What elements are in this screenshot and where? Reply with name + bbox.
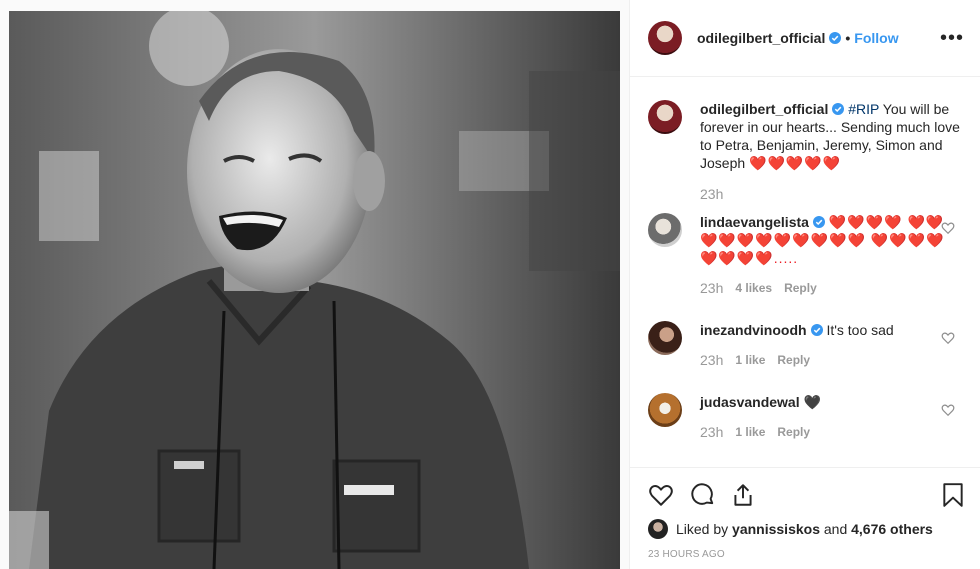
liked-prefix: Liked by xyxy=(676,521,733,537)
post-timestamp[interactable]: 23 HOURS AGO xyxy=(648,549,965,560)
caption-comment: odilegilbert_official #RIP You will be f… xyxy=(630,100,980,203)
avatar[interactable] xyxy=(648,100,682,134)
separator: • xyxy=(845,30,851,46)
comment-item: judasvandewal 🖤 23h 1 like Reply xyxy=(630,393,980,441)
comment-body: inezandvinoodh It's too sad 23h 1 like R… xyxy=(700,321,962,369)
comment-time[interactable]: 23h xyxy=(700,279,723,297)
comment-likes[interactable]: 4 likes xyxy=(735,279,772,297)
avatar[interactable] xyxy=(648,519,668,539)
avatar[interactable] xyxy=(648,321,682,355)
comment-time[interactable]: 23h xyxy=(700,351,723,369)
comment-body: lindaevangelista ❤️❤️❤️❤️ ❤️❤️❤️❤️❤️❤️❤️… xyxy=(700,213,962,297)
reply-button[interactable]: Reply xyxy=(784,279,817,297)
comment-meta: 23h 1 like Reply xyxy=(700,351,962,369)
post-side-panel: odilegilbert_official • Follow ••• odile… xyxy=(629,0,980,569)
like-comment-icon[interactable] xyxy=(941,331,955,345)
action-icons xyxy=(648,480,965,510)
avatar[interactable] xyxy=(648,393,682,427)
comment-body: odilegilbert_official #RIP You will be f… xyxy=(700,100,962,203)
comment-likes[interactable]: 1 like xyxy=(735,423,765,441)
post-actions: Liked by yannissiskos and 4,676 others 2… xyxy=(630,467,980,560)
comments-list[interactable]: odilegilbert_official #RIP You will be f… xyxy=(630,78,980,467)
comment-username[interactable]: inezandvinoodh xyxy=(700,322,807,338)
comment-likes[interactable]: 1 like xyxy=(735,351,765,369)
like-comment-icon[interactable] xyxy=(941,403,955,417)
hashtag-link[interactable]: #RIP xyxy=(848,101,879,117)
liked-user[interactable]: yannissiskos xyxy=(732,521,820,537)
more-options-button[interactable]: ••• xyxy=(940,28,964,48)
comment-username[interactable]: odilegilbert_official xyxy=(700,101,828,117)
like-heart-icon[interactable] xyxy=(648,482,674,508)
verified-badge-icon xyxy=(832,103,845,115)
reply-button[interactable]: Reply xyxy=(777,351,810,369)
post-photo[interactable] xyxy=(9,11,620,569)
follow-button[interactable]: Follow xyxy=(854,30,898,46)
liked-mid: and xyxy=(819,521,852,537)
comment-username[interactable]: judasvandewal xyxy=(700,394,800,410)
comment-meta: 23h xyxy=(700,185,962,203)
comment-username[interactable]: lindaevangelista xyxy=(700,214,809,230)
author-username[interactable]: odilegilbert_official xyxy=(697,30,825,46)
comment-meta: 23h 1 like Reply xyxy=(700,423,962,441)
comment-item: lindaevangelista ❤️❤️❤️❤️ ❤️❤️❤️❤️❤️❤️❤️… xyxy=(630,213,980,297)
avatar[interactable] xyxy=(648,21,682,55)
comment-time[interactable]: 23h xyxy=(700,185,723,203)
comment-meta: 23h 4 likes Reply xyxy=(700,279,962,297)
verified-badge-icon xyxy=(810,324,823,336)
verified-badge-icon xyxy=(829,32,842,44)
likes-text[interactable]: Liked by yannissiskos and 4,676 others xyxy=(676,521,933,537)
comment-text: It's too sad xyxy=(822,322,894,338)
comment-emoji: ❤️❤️❤️❤️❤️ xyxy=(749,155,842,171)
comment-body: judasvandewal 🖤 23h 1 like Reply xyxy=(700,393,962,441)
liked-count[interactable]: 4,676 others xyxy=(851,521,933,537)
verified-badge-icon xyxy=(812,216,825,228)
instagram-post: odilegilbert_official • Follow ••• odile… xyxy=(0,0,980,569)
save-bookmark-icon[interactable] xyxy=(941,482,965,508)
portrait-image xyxy=(9,11,620,569)
like-comment-icon[interactable] xyxy=(941,221,955,235)
share-icon[interactable] xyxy=(730,482,756,508)
avatar[interactable] xyxy=(648,213,682,247)
comment-item: inezandvinoodh It's too sad 23h 1 like R… xyxy=(630,321,980,369)
reply-button[interactable]: Reply xyxy=(777,423,810,441)
post-header: odilegilbert_official • Follow ••• xyxy=(630,0,980,77)
comment-emoji: 🖤 xyxy=(803,394,821,410)
likes-summary: Liked by yannissiskos and 4,676 others xyxy=(648,519,965,539)
comment-icon[interactable] xyxy=(690,482,716,508)
comment-time[interactable]: 23h xyxy=(700,423,723,441)
